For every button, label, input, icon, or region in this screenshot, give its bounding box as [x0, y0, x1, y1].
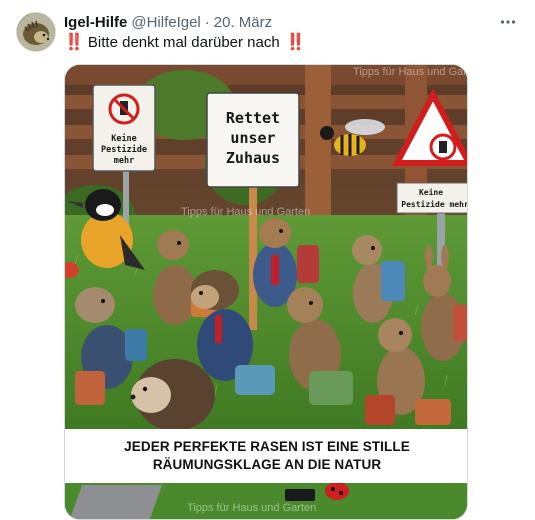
sign-left-line1: Keine: [111, 133, 137, 144]
user-handle[interactable]: @HilfeIgel: [131, 14, 200, 31]
watermark-top: Tipps für Haus und Garten: [353, 66, 468, 78]
sign-left-line2: Pestizide: [101, 144, 147, 155]
tweet-text-body: Bitte denkt mal darüber nach: [87, 34, 280, 51]
sign-center-line2: unser: [230, 129, 275, 147]
caption-line-2: RÄUMUNGSKLAGE AN DIE NATUR: [152, 457, 382, 472]
tweet-text: ‼️ Bitte denkt mal darüber nach ‼️: [64, 33, 306, 53]
sign-right-line1: Keine: [419, 187, 443, 197]
display-name[interactable]: Igel-Hilfe: [64, 14, 127, 31]
watermark-mid: Tipps für Haus und Garten: [181, 206, 310, 218]
image-caption: JEDER PERFEKTE RASEN IST EINE STILLE RÄU…: [65, 429, 467, 483]
tweet-date[interactable]: 20. März: [214, 14, 272, 31]
caption-line-1: JEDER PERFEKTE RASEN IST EINE STILLE: [124, 439, 410, 454]
double-exclamation-emoji: ‼️: [64, 34, 84, 51]
sign-left-line3: mehr: [114, 156, 134, 166]
sign-center-line3: Zuhaus: [226, 149, 280, 167]
avatar[interactable]: [16, 12, 56, 52]
sign-center-line1: Rettet: [226, 109, 280, 127]
separator-dot: ·: [204, 13, 210, 31]
tweet-media-image[interactable]: Keine Pestizide mehr Rettet unser Zuhaus…: [64, 64, 468, 520]
tweet-header: Igel-Hilfe @HilfeIgel · 20. März: [64, 12, 272, 32]
tweet[interactable]: Igel-Hilfe @HilfeIgel · 20. März ‼️ Bitt…: [0, 0, 535, 520]
ellipsis-horizontal-icon[interactable]: [498, 12, 518, 32]
sign-right-line2: Pestizide mehr: [401, 199, 468, 209]
double-exclamation-emoji: ‼️: [285, 34, 306, 51]
watermark-bottom: Tipps für Haus und Garten: [187, 502, 316, 514]
